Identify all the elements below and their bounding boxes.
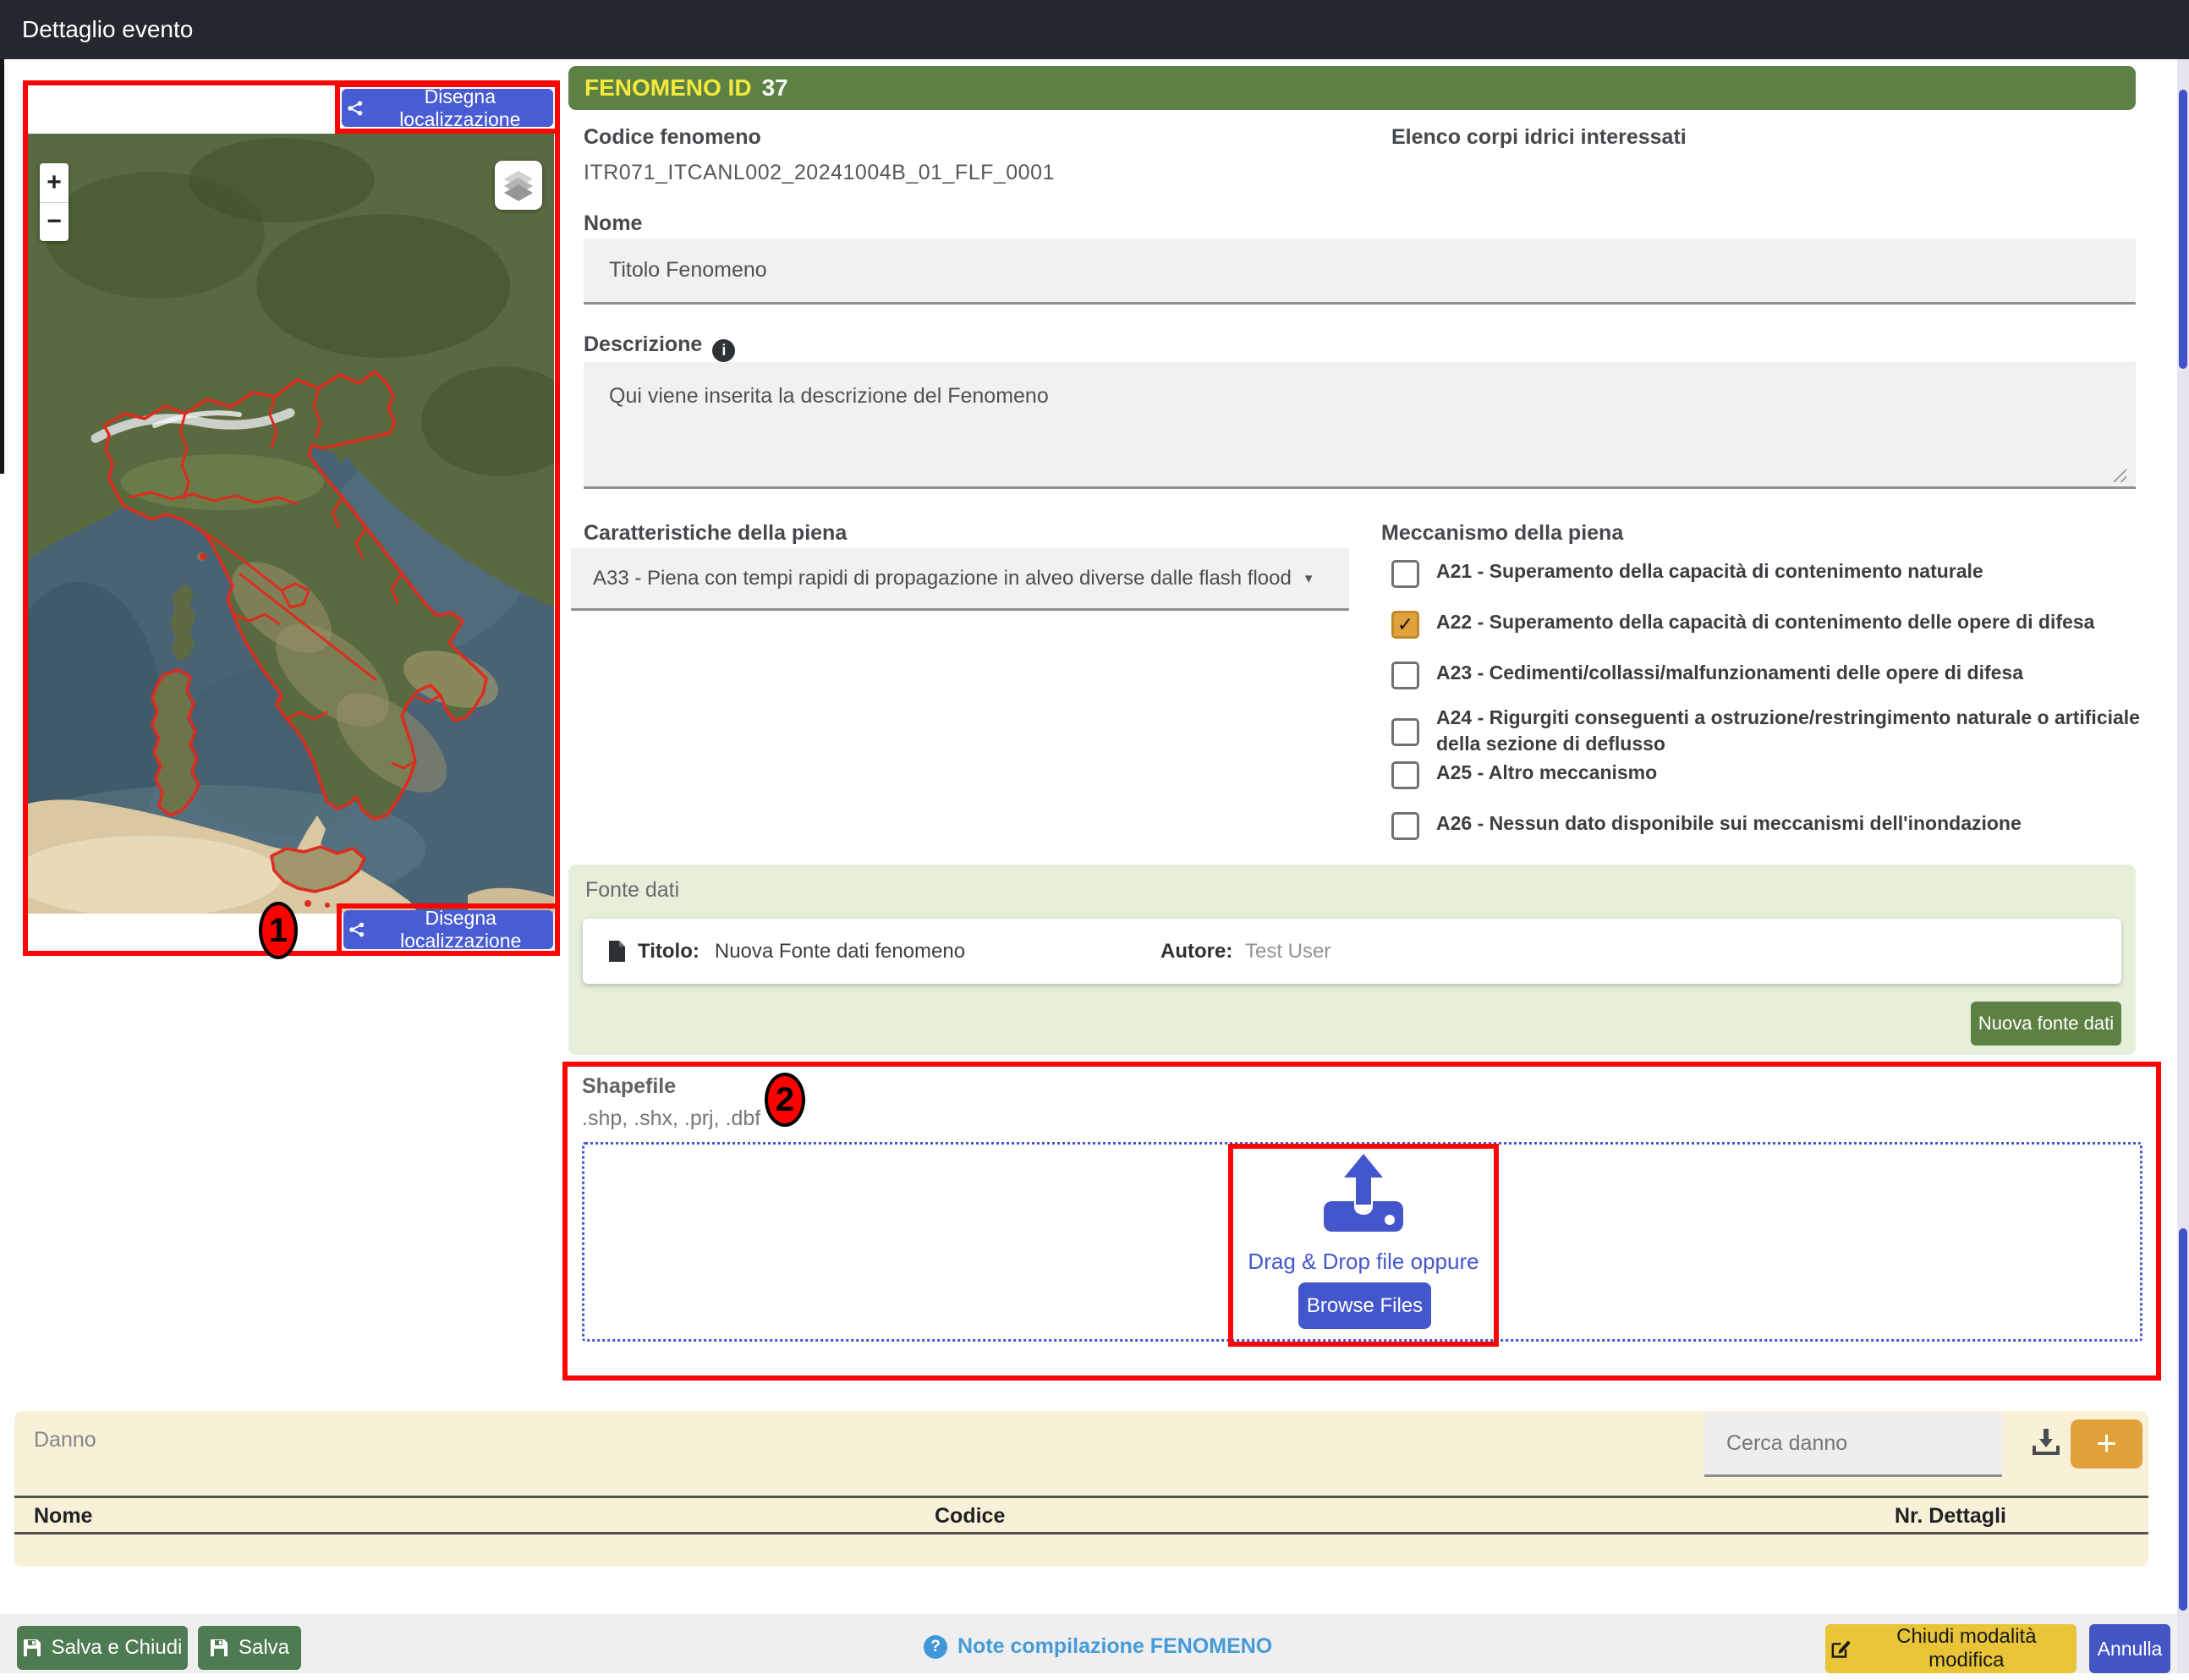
checkbox-row-a25: A25 - Altro meccanismo [1391, 760, 2148, 789]
textarea-resize-grip[interactable] [2111, 467, 2126, 482]
save-icon [210, 1639, 228, 1656]
nome-label: Nome [584, 211, 643, 235]
checkbox-a21[interactable] [1391, 560, 1419, 588]
caratteristiche-selected-value: A33 - Piena con tempi rapidi di propagaz… [593, 566, 1292, 590]
share-icon [349, 922, 365, 937]
map-corsica [170, 584, 195, 662]
zoom-in-button[interactable]: + [40, 163, 69, 203]
codice-fenomeno-value: ITR071_ITCANL002_20241004B_01_FLF_0001 [584, 161, 1055, 184]
danno-label: Danno [34, 1428, 96, 1452]
titolo-label: Titolo: [638, 939, 699, 963]
checkbox-row-a22: A22 - Superamento della capacità di cont… [1391, 609, 2148, 639]
descrizione-label: Descrizione i [584, 332, 736, 362]
nuova-fonte-dati-button[interactable]: Nuova fonte dati [1971, 1002, 2121, 1046]
checkbox-a26[interactable] [1391, 812, 1419, 840]
question-icon: ? [924, 1634, 947, 1659]
save-button[interactable]: Salva [198, 1626, 301, 1670]
save-icon [23, 1639, 41, 1656]
nome-input[interactable] [584, 239, 2136, 305]
note-compilazione-link[interactable]: ? Note compilazione FENOMENO [924, 1634, 1272, 1659]
checkbox-a24[interactable] [1391, 717, 1419, 746]
page-title: Dettaglio evento [22, 16, 194, 42]
danno-search [1704, 1413, 2002, 1477]
map-zoom-control: + − [40, 163, 69, 241]
scrollbar-thumb-bottom[interactable] [2179, 1228, 2187, 1611]
checkbox-a22[interactable] [1391, 611, 1419, 639]
fenomeno-header-id: 37 [761, 74, 788, 101]
scrollbar-thumb-top[interactable] [2179, 90, 2187, 369]
map-layers-button[interactable] [495, 161, 542, 210]
fenomeno-header: FENOMENO ID 37 [568, 66, 2136, 110]
caratteristiche-select[interactable]: A33 - Piena con tempi rapidi di propagaz… [571, 548, 1349, 611]
autore-label: Autore: [1160, 939, 1233, 963]
left-edge-strip [0, 59, 4, 474]
checkbox-a23[interactable] [1391, 662, 1419, 689]
save-close-button[interactable]: Salva e Chiudi [17, 1626, 188, 1670]
annotation-circle-1: 1 [259, 902, 298, 959]
draw-localization-button-bottom[interactable]: Disegna localizzazione [343, 907, 553, 952]
fonte-dati-card[interactable]: Titolo: Nuova Fonte dati fenomeno Autore… [583, 919, 2121, 984]
danno-col-codice: Codice [935, 1504, 1006, 1528]
map-satellite[interactable] [28, 134, 554, 914]
upload-icon [1324, 1154, 1403, 1232]
zoom-out-button[interactable]: − [40, 203, 69, 242]
caratteristiche-label: Caratteristiche della piena [584, 521, 848, 545]
danno-col-dettagli: Nr. Dettagli [1895, 1504, 2006, 1528]
autore-value: Test User [1245, 939, 1331, 963]
checkbox-row-a24: A24 - Rigurgiti conseguenti a ostruzione… [1391, 705, 2148, 757]
checkbox-row-a26: A26 - Nessun dato disponibile sui meccan… [1391, 810, 2148, 840]
close-edit-mode-button[interactable]: Chiudi modalità modifica [1825, 1624, 2077, 1673]
checkbox-row-a21: A21 - Superamento della capacità di cont… [1391, 558, 2148, 588]
annotation-circle-2: 2 [765, 1073, 805, 1127]
fonte-dati-label: Fonte dati [585, 878, 680, 902]
shapefile-label: Shapefile [582, 1074, 677, 1098]
share-icon [348, 101, 363, 115]
fenomeno-header-label: FENOMENO ID [584, 74, 752, 101]
document-icon [609, 941, 625, 962]
draw-localization-button-top[interactable]: Disegna localizzazione [342, 85, 553, 130]
add-danno-button[interactable]: + [2071, 1419, 2142, 1469]
chevron-down-icon: ▾ [1304, 569, 1313, 586]
download-icon[interactable] [2030, 1426, 2062, 1458]
dropzone-text: Drag & Drop file oppure [1248, 1249, 1479, 1274]
window-titlebar: Dettaglio evento [0, 0, 2189, 59]
danno-table-header [14, 1496, 2148, 1535]
layers-icon [503, 170, 534, 201]
codice-fenomeno-label: Codice fenomeno [584, 125, 761, 149]
meccanismo-label: Meccanismo della piena [1381, 521, 1624, 545]
edit-icon [1831, 1640, 1851, 1658]
danno-col-nome: Nome [34, 1504, 93, 1528]
checkbox-row-a23: A23 - Cedimenti/collassi/malfunzionament… [1391, 660, 2148, 689]
cancel-button[interactable]: Annulla [2089, 1624, 2170, 1673]
browse-files-button[interactable]: Browse Files [1298, 1282, 1431, 1329]
descrizione-textarea[interactable]: Qui viene inserita la descrizione del Fe… [584, 362, 2136, 489]
danno-search-input[interactable] [1725, 1430, 2000, 1457]
info-icon[interactable]: i [712, 339, 736, 362]
checkbox-a25[interactable] [1391, 761, 1419, 789]
titolo-value: Nuova Fonte dati fenomeno [714, 939, 966, 963]
elenco-corpi-idrici-label: Elenco corpi idrici interessati [1391, 125, 1687, 149]
shapefile-extensions: .shp, .shx, .prj, .dbf [582, 1106, 761, 1130]
